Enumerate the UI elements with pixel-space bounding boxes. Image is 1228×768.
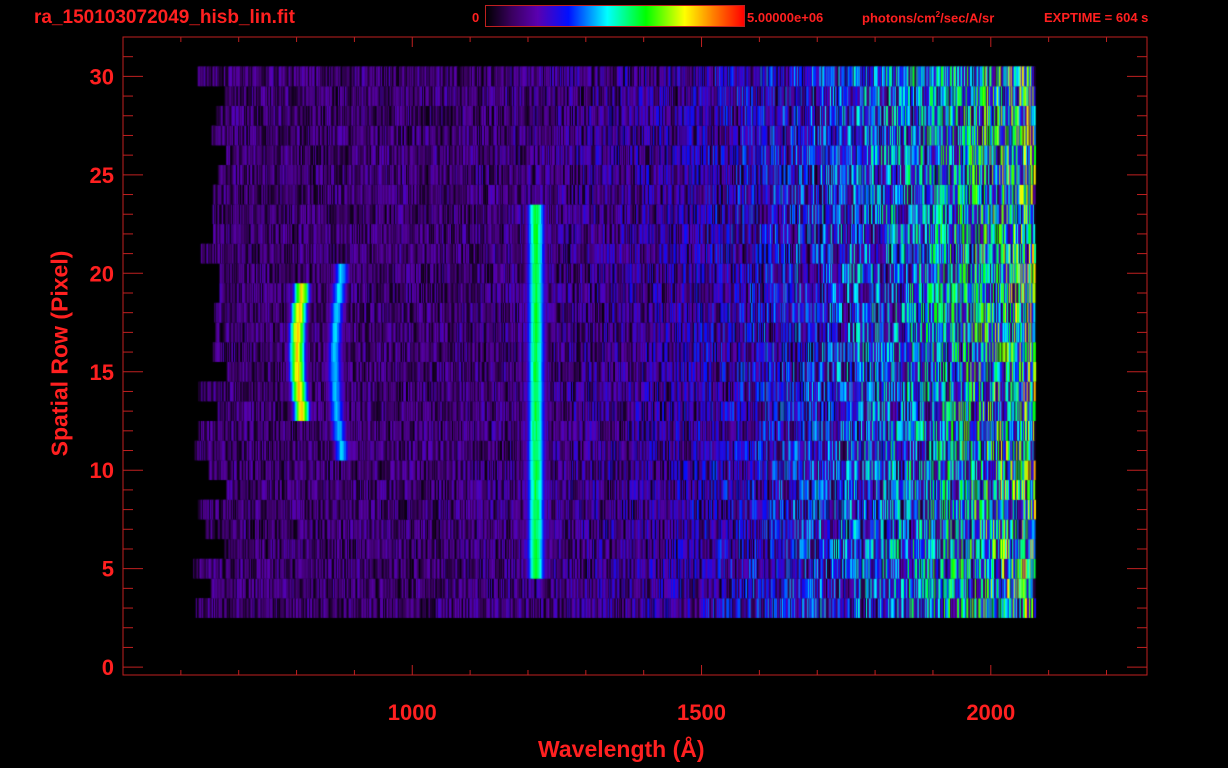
y-tick-label: 30 bbox=[90, 64, 114, 89]
colorbar-max-label: 5.00000e+06 bbox=[747, 10, 824, 25]
colorbar-min-label: 0 bbox=[472, 10, 480, 25]
y-tick-label: 15 bbox=[90, 360, 114, 385]
x-axis-label: Wavelength (Å) bbox=[538, 736, 705, 762]
y-tick-label: 25 bbox=[90, 163, 114, 188]
y-axis-label: Spatial Row (Pixel) bbox=[46, 250, 73, 457]
y-tick-label: 5 bbox=[102, 557, 114, 582]
plot-frame bbox=[122, 36, 1148, 676]
colorbar-unit: photons/cm2/sec/A/sr bbox=[862, 10, 994, 25]
unit-suffix: /sec/A/sr bbox=[940, 10, 995, 26]
x-tick-label: 1000 bbox=[388, 700, 437, 725]
y-tick-label: 10 bbox=[90, 458, 114, 483]
file-title: ra_150103072049_hisb_lin.fit bbox=[34, 7, 295, 28]
exptime-label: EXPTIME = 604 s bbox=[1044, 10, 1149, 25]
x-tick-label: 2000 bbox=[966, 700, 1015, 725]
plot-axes: 1000 1500 2000 0 5 10 15 20 25 30 bbox=[90, 36, 1148, 725]
y-tick-label: 20 bbox=[90, 261, 114, 286]
y-tick-label: 0 bbox=[102, 655, 114, 680]
colorbar bbox=[485, 5, 745, 27]
x-tick-label: 1500 bbox=[677, 700, 726, 725]
unit-prefix: photons/cm bbox=[862, 10, 936, 26]
